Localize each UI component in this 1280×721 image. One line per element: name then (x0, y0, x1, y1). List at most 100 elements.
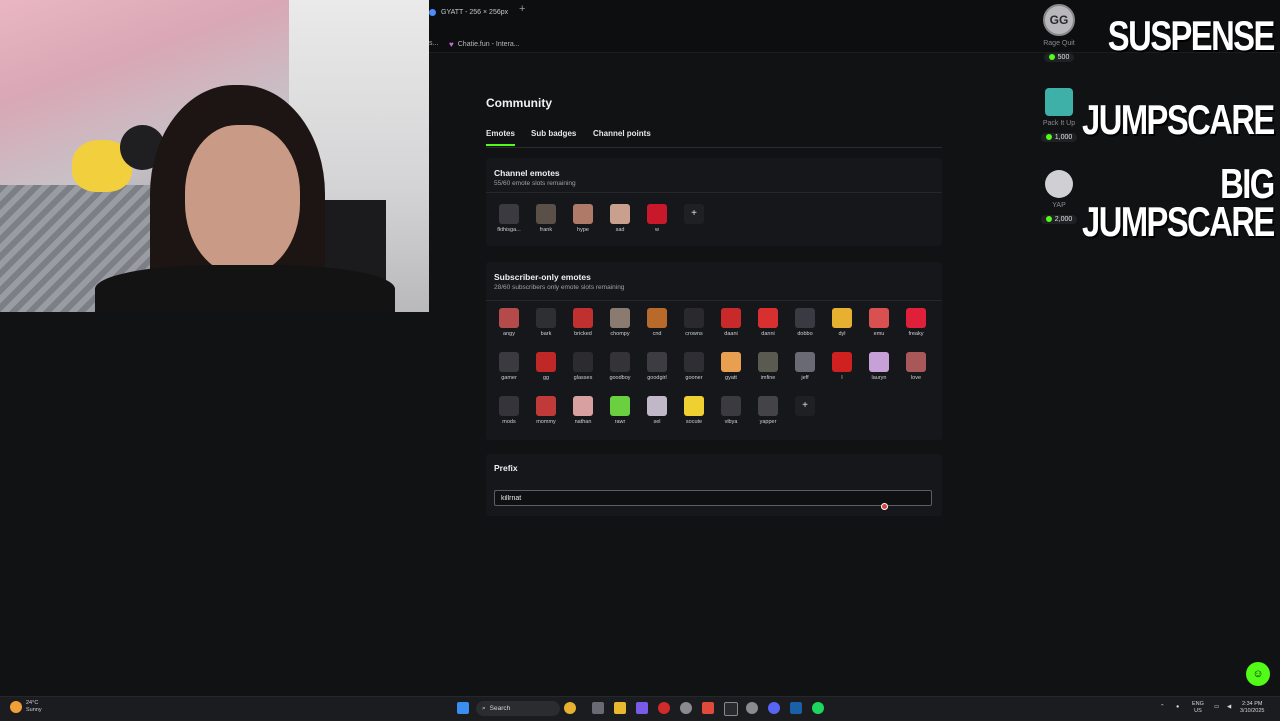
emote-image (499, 308, 519, 328)
emote-item[interactable]: dobbo (790, 308, 820, 337)
emote-item[interactable]: yapper (753, 396, 783, 425)
redeem-rage-quit[interactable]: GG Rage Quit 500 (1029, 4, 1089, 65)
emote-item[interactable]: bark (531, 308, 561, 337)
emote-name: chompy (610, 331, 630, 337)
emote-image (610, 396, 630, 416)
clock[interactable]: 2:34 PM 3/10/2025 (1240, 701, 1264, 715)
redeem-yap[interactable]: YAP 2,000 (1029, 170, 1089, 227)
emote-image (832, 308, 852, 328)
settings-gear-icon[interactable] (746, 702, 758, 714)
emote-name: daani (724, 331, 738, 337)
tab-sub-badges[interactable]: Sub badges (531, 129, 576, 144)
emote-item[interactable]: glasses (568, 352, 598, 381)
add-emote-button[interactable]: + (795, 396, 815, 416)
steam-icon[interactable] (790, 702, 802, 714)
emote-item[interactable]: gamer (494, 352, 524, 381)
task-view-icon[interactable] (592, 702, 604, 714)
font-app-icon[interactable] (702, 702, 714, 714)
epic-games-icon[interactable] (724, 702, 738, 716)
emote-item[interactable]: sel (642, 396, 672, 425)
tab-emotes[interactable]: Emotes (486, 129, 515, 146)
emote-name: hype (577, 227, 589, 233)
emote-item[interactable]: gyatt (716, 352, 746, 381)
chat-fab-button[interactable]: ☺ (1246, 662, 1270, 686)
emote-item[interactable]: gg (531, 352, 561, 381)
emote-item[interactable]: l (827, 352, 857, 381)
emote-image (906, 308, 926, 328)
emote-item[interactable]: frank (531, 204, 561, 233)
emote-item[interactable]: lauryn (864, 352, 894, 381)
community-tabs: Emotes Sub badges Channel points (486, 129, 942, 148)
spotify-icon[interactable] (812, 702, 824, 714)
weather-widget[interactable]: 24°C Sunny (10, 700, 42, 714)
start-icon[interactable] (457, 702, 469, 714)
taskbar: 24°C Sunny ⌕ Search ⌃ ● ENG US ▭ ◀ 2:34 … (0, 696, 1280, 721)
emote-item[interactable]: nathan (568, 396, 598, 425)
emote-image (573, 204, 593, 224)
bookmark-chatie[interactable]: ♥ Chatie.fun - Intera... (449, 40, 520, 49)
add-emote-button[interactable]: + (684, 204, 704, 224)
chevron-up-icon[interactable]: ⌃ (1160, 704, 1165, 711)
emote-item[interactable]: vibya (716, 396, 746, 425)
emote-item[interactable]: freaky (901, 308, 931, 337)
emote-item[interactable]: bricked (568, 308, 598, 337)
channel-emotes-subtitle: 55/60 emote slots remaining (494, 180, 576, 187)
emote-item[interactable]: goodboy (605, 352, 635, 381)
redeem-price-value: 1,000 (1054, 133, 1073, 141)
emote-item[interactable]: hype (568, 204, 598, 233)
emote-item[interactable]: chompy (605, 308, 635, 337)
discord-icon[interactable] (768, 702, 780, 714)
volume-icon[interactable]: ◀ (1227, 704, 1231, 711)
opera-icon[interactable] (658, 702, 670, 714)
overlay-suspense: SUSPENSE (1108, 12, 1276, 59)
redeem-pack-it-up[interactable]: Pack It Up 1,000 (1029, 88, 1089, 145)
taskbar-search[interactable]: ⌕ Search (476, 701, 560, 716)
language-indicator[interactable]: ENG US (1192, 701, 1204, 715)
app-icon[interactable] (680, 702, 692, 714)
teams-icon[interactable] (636, 702, 648, 714)
emote-item[interactable]: cnd (642, 308, 672, 337)
prefix-input[interactable] (494, 490, 932, 506)
emote-item[interactable]: gooner (679, 352, 709, 381)
emote-name: angy (503, 331, 515, 337)
file-explorer-icon[interactable] (614, 702, 626, 714)
bookmark-partial[interactable]: s... (429, 40, 438, 47)
new-tab-button[interactable]: + (519, 3, 525, 15)
emote-item[interactable]: love (901, 352, 931, 381)
emote-item[interactable]: mods (494, 396, 524, 425)
prefix-card: Prefix (486, 454, 942, 516)
emote-item[interactable]: socute (679, 396, 709, 425)
tab-channel-points[interactable]: Channel points (593, 129, 651, 144)
suitcase-icon (1045, 88, 1073, 116)
emote-name: gyatt (725, 375, 737, 381)
browser-tab[interactable]: GYATT - 256 × 256px (429, 4, 508, 20)
overlay-big-jumpscare: JUMPSCARE (1082, 198, 1275, 245)
emote-item[interactable]: mommy (531, 396, 561, 425)
emote-item[interactable]: crowns (679, 308, 709, 337)
emote-item[interactable]: goodgirl (642, 352, 672, 381)
emote-image (684, 396, 704, 416)
emote-item[interactable]: w (642, 204, 672, 233)
emote-image (721, 352, 741, 372)
divider (486, 300, 942, 301)
emote-item[interactable]: jeff (790, 352, 820, 381)
emote-name: sel (653, 419, 661, 425)
emote-image (647, 204, 667, 224)
emote-item[interactable]: sad (605, 204, 635, 233)
emote-image (499, 396, 519, 416)
emote-item[interactable]: fkthisga... (494, 204, 524, 233)
emote-name: bark (540, 331, 552, 337)
page-title: Community (486, 96, 552, 110)
emote-item[interactable]: dyl (827, 308, 857, 337)
microphone-icon[interactable]: ● (1176, 704, 1179, 711)
network-icon[interactable]: ▭ (1214, 704, 1219, 711)
emote-name: danni (761, 331, 775, 337)
emote-item[interactable]: rawr (605, 396, 635, 425)
emote-name: love (910, 375, 922, 381)
emote-item[interactable]: emu (864, 308, 894, 337)
emote-item[interactable]: daani (716, 308, 746, 337)
emote-item[interactable]: danni (753, 308, 783, 337)
emote-item[interactable]: imfine (753, 352, 783, 381)
emote-item[interactable]: angy (494, 308, 524, 337)
sunflower-icon[interactable] (564, 702, 576, 714)
